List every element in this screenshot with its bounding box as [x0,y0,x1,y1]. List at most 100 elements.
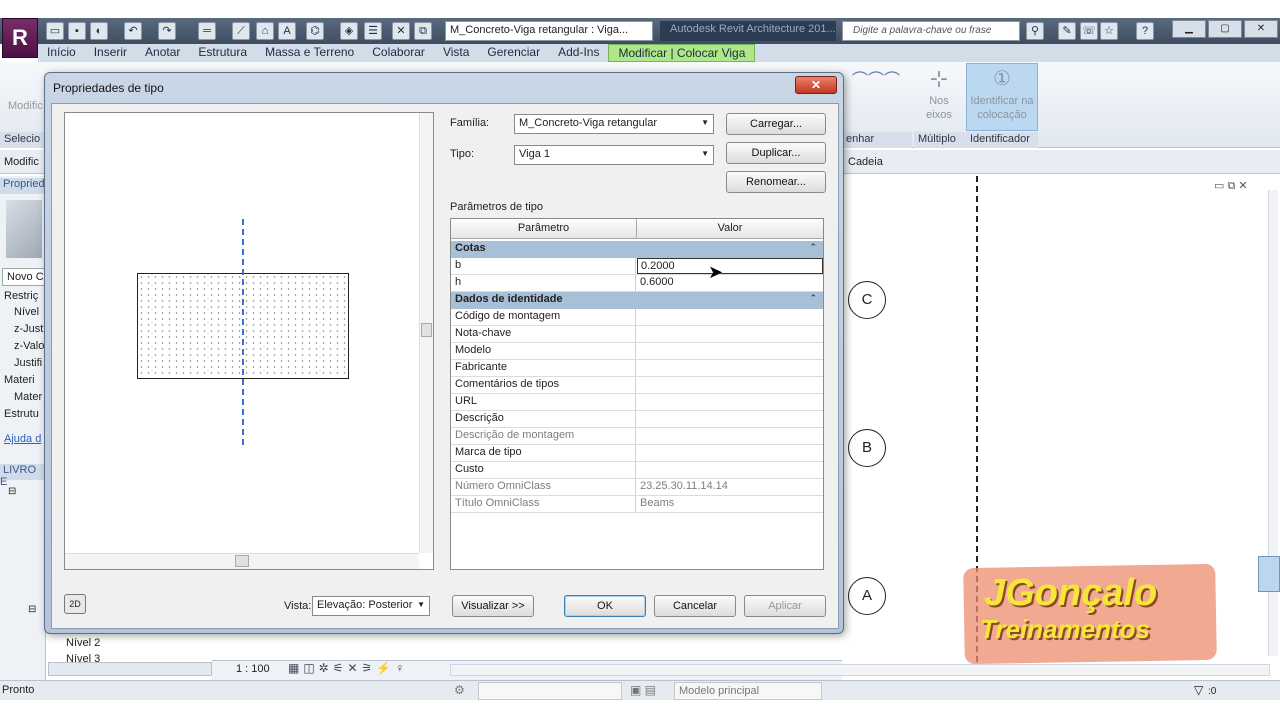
document-selector[interactable]: M_Concreto-Viga retangular : Viga... [445,21,653,41]
table-row[interactable]: Nota-chave [451,326,823,343]
sync-icon[interactable]: ◐ [90,22,108,40]
properties-help-link[interactable]: Ajuda d [4,433,41,445]
column-header-parameter[interactable]: Parâmetro [451,219,637,239]
tag-icon[interactable]: ⌂ [256,22,274,40]
grid-bubble-a[interactable]: A [848,577,886,615]
application-menu-button[interactable]: R [2,18,38,58]
measure-icon[interactable]: ═ [198,22,216,40]
param-value[interactable] [637,360,823,376]
design-options-icon[interactable]: ▣ ▤ [630,683,656,697]
browser-level-item[interactable]: Nível 3 [66,653,100,662]
navigation-bar-icon[interactable] [1258,556,1280,592]
close-icon[interactable]: ✕ [1244,20,1278,38]
chain-label[interactable]: Cadeia [848,156,883,168]
tab-add-ins[interactable]: Add-Ins [549,44,608,62]
group-header-dados-identidade[interactable]: Dados de identidade ⌃ [451,292,823,309]
browser-horizontal-scrollbar[interactable] [48,662,212,676]
tab-estrutura[interactable]: Estrutura [189,44,256,62]
subscription-icon[interactable]: ✎ [1058,22,1076,40]
identify-on-placement-button[interactable]: ① Identificar na colocação [966,63,1038,131]
family-select[interactable]: M_Concreto-Viga retangular ▼ [514,114,714,134]
tab-inserir[interactable]: Inserir [85,44,136,62]
grid-bubble-c[interactable]: C [848,281,886,319]
workset-selector[interactable] [478,682,622,700]
param-value[interactable] [637,343,823,359]
view-control-icons[interactable]: ▦◫✲⚟✕⚞⚡♀ [288,661,408,675]
switch-windows-icon[interactable]: ⧉ [414,22,432,40]
open-icon[interactable]: ▭ [46,22,64,40]
favorites-icon[interactable]: ☆ [1100,22,1118,40]
on-axes-button[interactable]: ⊹ Nos eixos [914,64,964,130]
view-window-controls-icon[interactable]: ▭ ⧉ ✕ [1214,179,1248,193]
tree-collapse-icon-2[interactable]: ⊟ [28,604,36,615]
help-icon[interactable]: ? [1136,22,1154,40]
prop-row-4[interactable]: Justifi [14,357,42,369]
browser-level-item[interactable]: Nível 2 [66,637,100,649]
type-select[interactable]: Viga 1 ▼ [514,145,714,165]
tab-colaborar[interactable]: Colaborar [363,44,434,62]
prop-row-3[interactable]: z-Valo [14,340,44,352]
table-row[interactable]: Marca de tipo [451,445,823,462]
table-row[interactable]: h 0.6000 [451,275,823,292]
view-select[interactable]: Elevação: Posterior ▼ [312,596,430,616]
preview-vertical-scrollbar[interactable] [419,113,433,553]
group-header-cotas[interactable]: Cotas ⌃ [451,241,823,258]
table-row[interactable]: Modelo [451,343,823,360]
search-input[interactable]: Digite a palavra-chave ou frase [842,21,1020,41]
prop-row-2[interactable]: z-Justi [14,323,46,335]
tree-collapse-icon[interactable]: ⊟ [8,486,16,497]
tab-modificar-colocar-viga[interactable]: Modificar | Colocar Viga [608,44,756,62]
cancel-button[interactable]: Cancelar [654,595,736,617]
filter-icon[interactable]: ▽ [1194,683,1203,697]
param-value[interactable] [637,445,823,461]
prop-row-6[interactable]: Mater [14,391,42,403]
close-hidden-icon[interactable]: ✕ [392,22,410,40]
view-scale[interactable]: 1 : 100 [236,663,270,675]
tab-gerenciar[interactable]: Gerenciar [478,44,549,62]
column-header-value[interactable]: Valor [637,219,823,239]
param-value[interactable] [637,309,823,325]
param-value[interactable]: 0.6000 [637,275,823,291]
dimension-icon[interactable]: ⟋ [232,22,250,40]
tab-inicio[interactable]: Início [38,44,85,62]
table-row[interactable]: Código de montagem [451,309,823,326]
preview-toggle-button[interactable]: Visualizar >> [452,595,534,617]
table-row[interactable]: URL [451,394,823,411]
duplicate-button[interactable]: Duplicar... [726,142,826,164]
param-value-input[interactable]: 0.2000 [637,258,823,274]
section-icon[interactable]: ◈ [340,22,358,40]
load-button[interactable]: Carregar... [726,113,826,135]
param-value[interactable] [637,377,823,393]
save-icon[interactable]: ▪ [68,22,86,40]
preview-horizontal-scrollbar[interactable] [65,553,419,569]
tab-anotar[interactable]: Anotar [136,44,189,62]
preview-scroll-thumb[interactable] [421,323,432,337]
redo-icon[interactable]: ↷ [158,22,176,40]
new-instance-selector[interactable]: Novo C [2,268,46,286]
apply-button[interactable]: Aplicar [744,595,826,617]
binoculars-icon[interactable]: ⚲ [1026,22,1044,40]
design-option-selector[interactable]: Modelo principal [674,682,822,700]
tab-massa-terreno[interactable]: Massa e Terreno [256,44,363,62]
param-value[interactable] [637,462,823,478]
ok-button[interactable]: OK [564,595,646,617]
dialog-close-button[interactable]: ✕ [795,76,837,94]
grid-bubble-b[interactable]: B [848,429,886,467]
minimize-icon[interactable]: ▁ [1172,20,1206,38]
param-value[interactable] [637,411,823,427]
prop-row-1[interactable]: Nível [14,306,39,318]
table-row[interactable]: Fabricante [451,360,823,377]
arc-tools-icon[interactable]: ⌒⌒⌒ [852,66,900,90]
rename-button[interactable]: Renomear... [726,171,826,193]
preview-hscroll-thumb[interactable] [235,555,249,567]
3d-view-icon[interactable]: ⌬ [306,22,324,40]
param-value[interactable] [637,326,823,342]
preview-2d-icon[interactable]: 2D [64,594,86,614]
modify-tool-label[interactable]: Modific [8,100,43,112]
table-row[interactable]: Custo [451,462,823,479]
worksets-icon[interactable]: ⚙ [454,683,465,697]
thin-lines-icon[interactable]: ☰ [364,22,382,40]
table-row[interactable]: b 0.2000 [451,258,823,275]
text-icon[interactable]: A [278,22,296,40]
maximize-icon[interactable]: ▢ [1208,20,1242,38]
